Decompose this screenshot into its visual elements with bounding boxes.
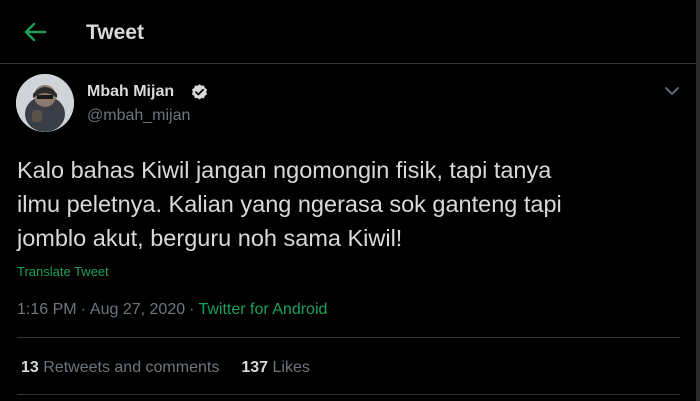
author-handle[interactable]: @mbah_mijan — [87, 106, 190, 126]
chevron-down-icon[interactable] — [664, 84, 680, 96]
tweet-stats: 13 Retweets and comments 137 Likes — [21, 358, 310, 378]
verified-badge-icon — [190, 83, 209, 102]
meta-separator: · — [80, 301, 86, 318]
tweet-time[interactable]: 1:16 PM — [17, 301, 77, 318]
retweets-label: Retweets and comments — [43, 359, 220, 376]
tweet-text-line: Kalo bahas Kiwil jangan ngomongin fisik,… — [17, 157, 552, 183]
scrollbar[interactable] — [696, 0, 700, 401]
translate-tweet-link[interactable]: Translate Tweet — [17, 264, 109, 280]
tweet-date[interactable]: Aug 27, 2020 — [90, 301, 185, 318]
tweet-source-link[interactable]: Twitter for Android — [198, 301, 327, 318]
avatar[interactable] — [16, 74, 74, 132]
meta-separator: · — [189, 301, 195, 318]
top-bar: Tweet — [0, 0, 700, 64]
page-title: Tweet — [86, 21, 144, 44]
divider — [17, 394, 680, 395]
divider — [17, 337, 680, 338]
likes-count: 137 — [241, 359, 269, 376]
tweet-text-line: ilmu peletnya. Kalian yang ngerasa sok g… — [17, 191, 562, 217]
author-display-name[interactable]: Mbah Mijan — [87, 82, 174, 102]
likes-label: Likes — [272, 359, 310, 376]
tweet-text-line: jomblo akut, berguru noh sama Kiwil! — [17, 225, 403, 251]
tweet-meta: 1:16 PM · Aug 27, 2020 · Twitter for Android — [17, 300, 327, 320]
arrow-left-icon[interactable] — [22, 20, 48, 44]
retweets-stat[interactable]: 13 Retweets and comments — [21, 358, 219, 378]
likes-stat[interactable]: 137 Likes — [241, 358, 310, 378]
retweets-count: 13 — [21, 359, 39, 376]
tweet-text: Kalo bahas Kiwil jangan ngomongin fisik,… — [17, 153, 677, 255]
